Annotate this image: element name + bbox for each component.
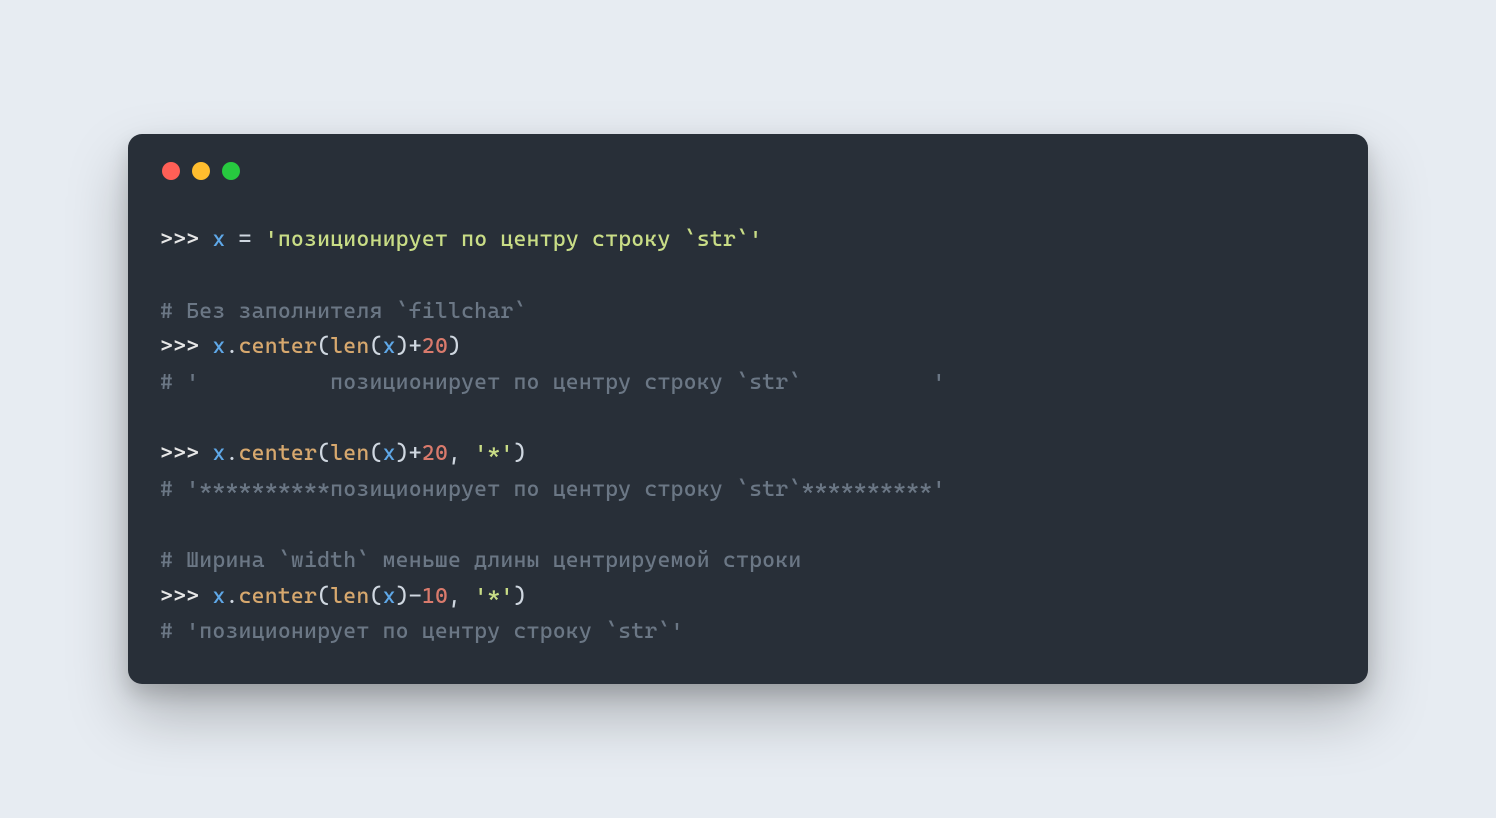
rparen: ) [448, 334, 461, 359]
rparen: ) [396, 584, 409, 609]
repl-prompt: >>> [160, 584, 212, 609]
comment-output: # 'позиционирует по центру строку `str`' [160, 619, 684, 644]
dot-op: . [225, 334, 238, 359]
comment-line: # Без заполнителя `fillchar` [160, 299, 527, 324]
builtin-len: len [330, 584, 369, 609]
variable-x: x [383, 441, 396, 466]
variable-x: x [212, 441, 225, 466]
repl-prompt: >>> [160, 441, 212, 466]
lparen: ( [369, 584, 382, 609]
builtin-len: len [330, 334, 369, 359]
variable-x: x [383, 334, 396, 359]
plus-op: + [409, 334, 422, 359]
lparen: ( [317, 584, 330, 609]
variable-x: x [212, 584, 225, 609]
equals-op: = [225, 227, 264, 252]
comma: , [448, 584, 474, 609]
lparen: ( [369, 334, 382, 359]
lparen: ( [369, 441, 382, 466]
repl-prompt: >>> [160, 334, 212, 359]
rparen: ) [514, 441, 527, 466]
builtin-len: len [330, 441, 369, 466]
comment-line: # Ширина `width` меньше длины центрируем… [160, 548, 801, 573]
plus-op: + [409, 441, 422, 466]
lparen: ( [317, 334, 330, 359]
comma: , [448, 441, 474, 466]
repl-prompt: >>> [160, 227, 212, 252]
variable-x: x [212, 334, 225, 359]
minimize-icon[interactable] [192, 162, 210, 180]
number-literal: 20 [422, 334, 448, 359]
code-block: >>> x = 'позиционирует по центру строку … [160, 222, 1336, 650]
window-titlebar [162, 162, 1336, 180]
code-window: >>> x = 'позиционирует по центру строку … [128, 134, 1368, 684]
zoom-icon[interactable] [222, 162, 240, 180]
method-center: center [239, 584, 318, 609]
page-background: >>> x = 'позиционирует по центру строку … [0, 0, 1496, 818]
rparen: ) [396, 334, 409, 359]
dot-op: . [225, 584, 238, 609]
string-literal: 'позиционирует по центру строку `str`' [265, 227, 762, 252]
close-icon[interactable] [162, 162, 180, 180]
method-center: center [239, 334, 318, 359]
rparen: ) [396, 441, 409, 466]
method-center: center [239, 441, 318, 466]
string-literal: '*' [474, 584, 513, 609]
variable-x: x [383, 584, 396, 609]
comment-output: # ' позиционирует по центру строку `str`… [160, 370, 945, 395]
rparen: ) [514, 584, 527, 609]
variable-x: x [212, 227, 225, 252]
minus-op: - [409, 584, 422, 609]
dot-op: . [225, 441, 238, 466]
number-literal: 20 [422, 441, 448, 466]
lparen: ( [317, 441, 330, 466]
string-literal: '*' [474, 441, 513, 466]
number-literal: 10 [422, 584, 448, 609]
comment-output: # '**********позиционирует по центру стр… [160, 477, 945, 502]
